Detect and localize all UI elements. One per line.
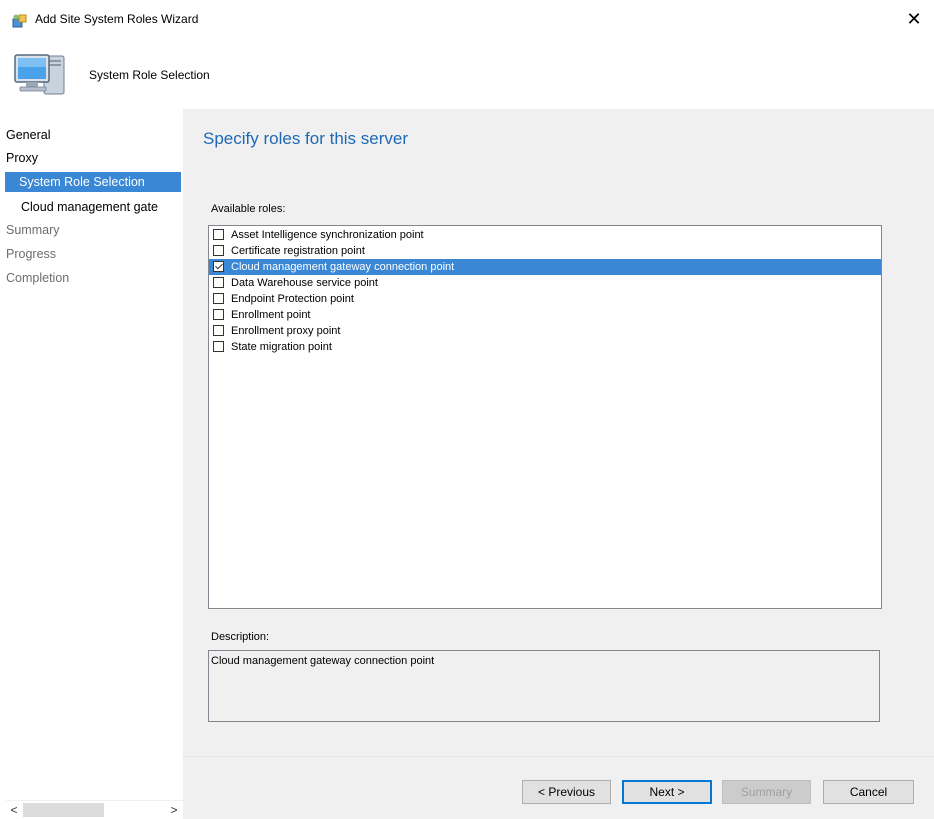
role-label: Enrollment proxy point xyxy=(231,325,341,337)
roles-list[interactable]: Asset Intelligence synchronization point… xyxy=(208,225,882,609)
button-separator xyxy=(183,756,934,757)
next-button[interactable]: Next > xyxy=(622,780,712,804)
role-checkbox-checked[interactable] xyxy=(213,261,224,272)
wizard-app-icon xyxy=(12,14,27,28)
role-checkbox[interactable] xyxy=(213,325,224,336)
role-row[interactable]: Enrollment point xyxy=(209,307,881,323)
cancel-button[interactable]: Cancel xyxy=(823,780,914,804)
role-label: Enrollment point xyxy=(231,309,311,321)
role-checkbox[interactable] xyxy=(213,229,224,240)
role-checkbox[interactable] xyxy=(213,341,224,352)
scroll-right-arrow-icon[interactable]: > xyxy=(166,801,182,819)
role-row[interactable]: Cloud management gateway connection poin… xyxy=(209,259,881,275)
page-heading: Specify roles for this server xyxy=(203,129,409,148)
role-row[interactable]: State migration point xyxy=(209,339,881,355)
role-row[interactable]: Data Warehouse service point xyxy=(209,275,881,291)
description-box: Cloud management gateway connection poin… xyxy=(208,650,880,722)
role-label: Cloud management gateway connection poin… xyxy=(231,261,455,273)
nav-item-summary: Summary xyxy=(6,223,60,237)
role-checkbox[interactable] xyxy=(213,245,224,256)
role-checkbox[interactable] xyxy=(213,293,224,304)
description-label: Description: xyxy=(211,631,270,643)
nav-item-progress: Progress xyxy=(6,247,57,261)
role-row[interactable]: Asset Intelligence synchronization point xyxy=(209,227,881,243)
role-checkbox[interactable] xyxy=(213,277,224,288)
wizard-header: System Role Selection xyxy=(0,36,934,109)
available-roles-label: Available roles: xyxy=(211,203,286,215)
page-title: System Role Selection xyxy=(89,68,210,82)
scroll-left-arrow-icon[interactable]: < xyxy=(6,801,22,819)
description-text: Cloud management gateway connection poin… xyxy=(211,655,435,667)
wizard-step-nav: General Proxy System Role Selection Clou… xyxy=(0,109,184,819)
summary-button: Summary xyxy=(722,780,811,804)
close-button[interactable]: ✕ xyxy=(902,7,926,31)
nav-item-completion: Completion xyxy=(6,271,70,285)
previous-button[interactable]: < Previous xyxy=(522,780,611,804)
role-label: Certificate registration point xyxy=(231,245,365,257)
role-label: State migration point xyxy=(231,341,332,353)
scrollbar-thumb[interactable] xyxy=(23,803,104,817)
nav-item-system-role-selection[interactable]: System Role Selection xyxy=(5,172,181,192)
computer-monitor-icon xyxy=(14,54,65,95)
nav-horizontal-scrollbar[interactable]: < > xyxy=(6,800,183,819)
role-checkbox[interactable] xyxy=(213,309,224,320)
nav-item-proxy[interactable]: Proxy xyxy=(0,148,181,168)
role-label: Data Warehouse service point xyxy=(231,277,378,289)
main-panel: Specify roles for this server Available … xyxy=(183,109,934,819)
nav-item-cloud-management-gateway[interactable]: Cloud management gate xyxy=(0,197,181,217)
role-label: Endpoint Protection point xyxy=(231,293,354,305)
role-row[interactable]: Certificate registration point xyxy=(209,243,881,259)
nav-item-general[interactable]: General xyxy=(0,125,181,145)
role-row[interactable]: Endpoint Protection point xyxy=(209,291,881,307)
title-bar: Add Site System Roles Wizard ✕ xyxy=(0,0,934,36)
window-title: Add Site System Roles Wizard xyxy=(35,12,199,26)
role-row[interactable]: Enrollment proxy point xyxy=(209,323,881,339)
role-label: Asset Intelligence synchronization point xyxy=(231,229,424,241)
